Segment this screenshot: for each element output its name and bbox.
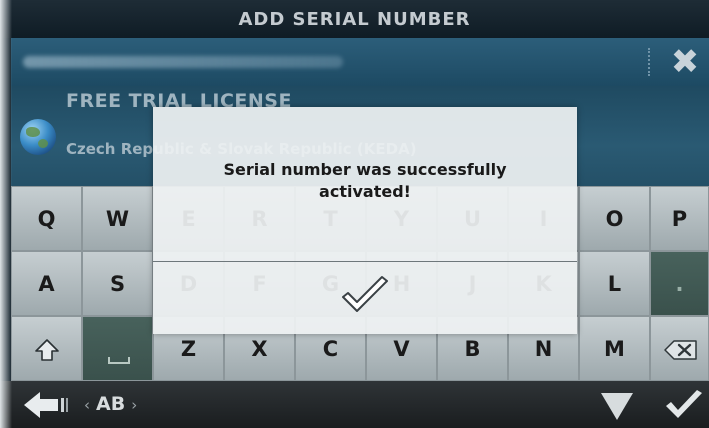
key-p[interactable]: P <box>650 186 709 251</box>
back-arrow-icon[interactable] <box>22 389 72 421</box>
key-s[interactable]: S <box>82 251 153 316</box>
key-w[interactable]: W <box>82 186 153 251</box>
key-space[interactable] <box>82 316 153 381</box>
screen-edge-glare <box>0 0 12 428</box>
key-a[interactable]: A <box>11 251 82 316</box>
key-period[interactable]: . <box>650 251 709 316</box>
dialog-message-line-2: activated! <box>319 182 411 201</box>
screen: ADD SERIAL NUMBER ✖ FREE TRIAL LICENSE C… <box>0 0 709 428</box>
key-q[interactable]: Q <box>11 186 82 251</box>
checkmark-icon <box>342 276 388 312</box>
keyboard-layout-label: AB <box>96 393 126 415</box>
keyboard-layout-switch[interactable]: ‹ AB › <box>78 393 143 415</box>
key-o[interactable]: O <box>579 186 650 251</box>
space-icon <box>108 357 130 364</box>
dialog-ok-button[interactable] <box>337 273 393 319</box>
chevron-left-icon: ‹ <box>84 396 90 414</box>
title-bar: ADD SERIAL NUMBER <box>0 0 709 38</box>
key-shift[interactable] <box>11 316 82 381</box>
close-icon: ✖ <box>670 42 700 82</box>
shift-icon <box>35 339 59 361</box>
page-title: ADD SERIAL NUMBER <box>238 9 471 30</box>
key-backspace[interactable] <box>650 316 709 381</box>
success-dialog: Serial number was successfully activated… <box>153 107 577 334</box>
serial-number-field[interactable]: ✖ <box>11 38 709 86</box>
key-m[interactable]: M <box>579 316 650 381</box>
checkmark-icon[interactable] <box>663 388 705 422</box>
dialog-divider <box>153 261 577 262</box>
backspace-icon <box>664 340 697 360</box>
key-l[interactable]: L <box>579 251 650 316</box>
dialog-message: Serial number was successfully activated… <box>153 159 577 203</box>
field-divider <box>648 48 652 76</box>
chevron-right-icon: › <box>131 396 138 414</box>
down-triangle-icon[interactable] <box>598 390 636 422</box>
globe-icon <box>20 119 56 155</box>
clear-button[interactable]: ✖ <box>661 40 709 84</box>
dialog-message-line-1: Serial number was successfully <box>223 160 507 179</box>
serial-number-value <box>23 56 343 68</box>
bottom-bar: ‹ AB › <box>0 381 709 428</box>
